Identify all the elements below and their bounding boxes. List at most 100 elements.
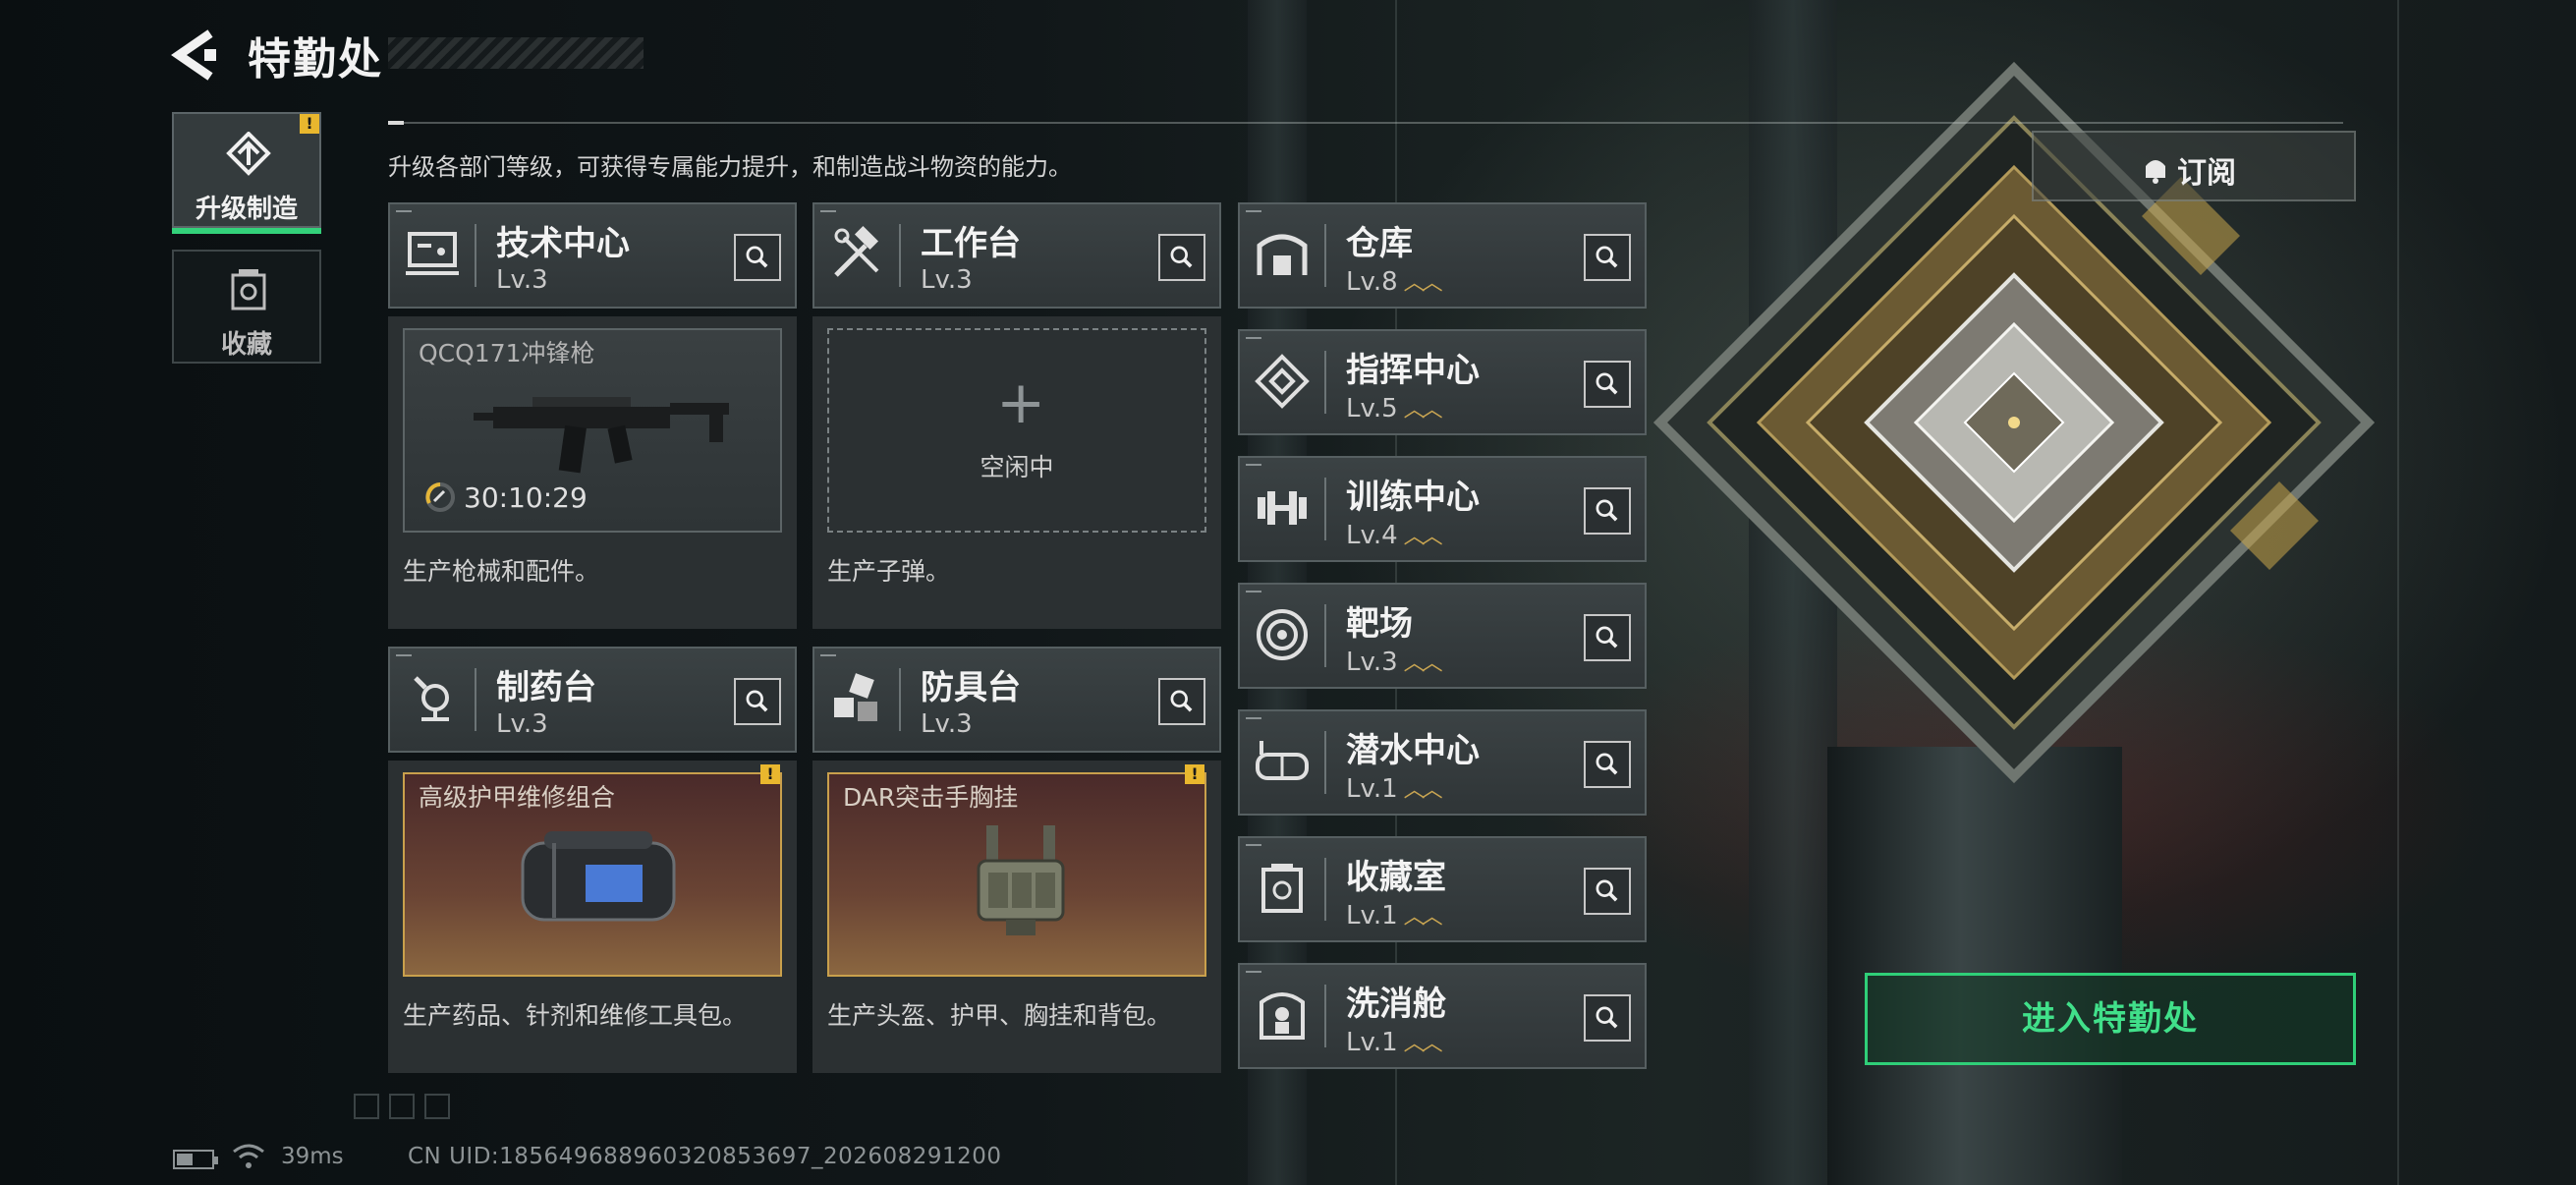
- smg-weapon-image: [474, 397, 729, 474]
- level-up-chevron-icon: ︿︿: [1403, 651, 1443, 676]
- footer-decoration: [354, 1094, 460, 1123]
- inspect-button[interactable]: [1584, 994, 1631, 1042]
- workshop-name: 制药台: [496, 668, 596, 707]
- inspect-button[interactable]: [1584, 487, 1631, 535]
- workshop-armor-bench-body: DAR突击手胸挂 ! 生产头盔、护甲、胸挂和背包。: [812, 761, 1221, 1073]
- diving-mask-icon: [1256, 741, 1309, 780]
- inspect-button[interactable]: [1584, 741, 1631, 788]
- subscribe-label: 订阅: [2177, 156, 2236, 191]
- slot-status: 空闲中: [980, 453, 1054, 481]
- workshop-tech-center-header[interactable]: 技术中心 Lv.3: [388, 202, 797, 309]
- department-level: Lv.1 ︿︿: [1346, 901, 1443, 931]
- idle-production-slot[interactable]: + 空闲中: [827, 328, 1206, 533]
- target-icon: [1257, 609, 1308, 660]
- workshop-workbench-header[interactable]: 工作台 Lv.3: [812, 202, 1221, 309]
- background-line: [2397, 0, 2399, 1185]
- active-tab-indicator: [172, 228, 321, 234]
- department-decontamination[interactable]: 洗消舱 Lv.1 ︿︿: [1238, 963, 1647, 1069]
- collection-icon: [231, 269, 266, 310]
- network-ping: 39ms: [281, 1144, 344, 1169]
- department-level: Lv.5 ︿︿: [1346, 394, 1443, 423]
- department-name: 指挥中心: [1346, 351, 1480, 390]
- tab-upgrade-craft[interactable]: 升级制造 !: [172, 112, 321, 234]
- pharmacy-icon: [414, 676, 449, 721]
- header-separator: [1324, 604, 1326, 667]
- workshop-description: 生产子弹。: [827, 557, 951, 586]
- workshop-description: 生产枪械和配件。: [403, 557, 600, 586]
- inspect-button[interactable]: [1584, 614, 1631, 661]
- search-icon: [1170, 246, 1193, 268]
- department-training-center[interactable]: 训练中心 Lv.4 ︿︿: [1238, 456, 1647, 562]
- level-up-chevron-icon: ︿︿: [1403, 1032, 1443, 1056]
- header-separator: [899, 224, 901, 287]
- header-separator: [1324, 985, 1326, 1047]
- production-slot[interactable]: 高级护甲维修组合 !: [403, 764, 782, 977]
- repair-kit-bag-image: [521, 831, 676, 922]
- department-name: 洗消舱: [1346, 985, 1446, 1024]
- subscribe-bell-icon: [2146, 160, 2165, 184]
- user-uid: CN UID:18564968896032085369​7_2026082912…: [408, 1144, 1002, 1169]
- search-icon: [1596, 626, 1618, 649]
- workshop-workbench-body: + 空闲中 生产子弹。: [812, 316, 1221, 629]
- subscribe-button[interactable]: 订阅: [2032, 131, 2356, 201]
- alert-badge: !: [300, 114, 319, 134]
- cube-pedestal: [1827, 747, 2122, 1185]
- department-collection-room[interactable]: 收藏室 Lv.1 ︿︿: [1238, 836, 1647, 942]
- search-icon: [1596, 499, 1618, 522]
- warehouse-icon: [1257, 234, 1308, 275]
- search-icon: [1596, 753, 1618, 775]
- department-warehouse[interactable]: 仓库 Lv.8 ︿︿: [1238, 202, 1647, 309]
- header-separator: [1324, 858, 1326, 921]
- header-separator: [1324, 351, 1326, 414]
- workshop-name: 技术中心: [496, 224, 630, 263]
- workshop-level: Lv.3: [496, 709, 548, 739]
- tab-collection-label: 收藏: [220, 330, 272, 360]
- department-name: 收藏室: [1346, 858, 1446, 897]
- tab-collection[interactable]: 收藏: [172, 250, 321, 364]
- workshop-armor-bench-header[interactable]: 防具台 Lv.3: [812, 647, 1221, 753]
- department-shooting-range[interactable]: 靶场 Lv.3 ︿︿: [1238, 583, 1647, 689]
- workshop-level: Lv.3: [496, 265, 548, 295]
- level-up-chevron-icon: ︿︿: [1403, 525, 1443, 549]
- department-name: 潜水中心: [1346, 731, 1480, 770]
- enter-label: 进入特勤处: [2022, 999, 2199, 1039]
- slot-item-name: DAR突击手胸挂: [843, 783, 1019, 812]
- inspect-button[interactable]: [1584, 868, 1631, 915]
- inspect-button[interactable]: [1158, 678, 1205, 725]
- workshop-name: 防具台: [921, 668, 1021, 707]
- department-command-center[interactable]: 指挥中心 Lv.5 ︿︿: [1238, 329, 1647, 435]
- workshop-pharmacy-body: 高级护甲维修组合 ! 生产药品、针剂和维修工具包。: [388, 761, 797, 1073]
- dumbbell-icon: [1258, 491, 1307, 525]
- inspect-button[interactable]: [1584, 234, 1631, 281]
- decontamination-icon: [1260, 992, 1305, 1040]
- collection-room-icon: [1261, 864, 1303, 913]
- production-slot[interactable]: QCQ171冲锋枪 30:10:29: [403, 328, 782, 533]
- workshop-tech-center-body: QCQ171冲锋枪 30:10:29 生产枪械和配件。: [388, 316, 797, 629]
- department-level: Lv.3 ︿︿: [1346, 648, 1443, 677]
- header-separator: [1324, 731, 1326, 794]
- inspect-button[interactable]: [734, 678, 781, 725]
- inspect-button[interactable]: [1584, 361, 1631, 408]
- header-separator: [475, 668, 476, 731]
- page-title: 特勤处: [248, 34, 383, 85]
- search-icon: [1596, 246, 1618, 268]
- workshop-level: Lv.3: [921, 265, 973, 295]
- back-arrow-icon: [171, 29, 216, 81]
- department-name: 训练中心: [1346, 478, 1480, 517]
- level-up-chevron-icon: ︿︿: [1403, 905, 1443, 930]
- back-button[interactable]: [169, 28, 220, 83]
- inspect-button[interactable]: [734, 234, 781, 281]
- department-diving-center[interactable]: 潜水中心 Lv.1 ︿︿: [1238, 709, 1647, 816]
- workbench-icon: [834, 225, 879, 277]
- search-icon: [1170, 690, 1193, 712]
- workshop-pharmacy-header[interactable]: 制药台 Lv.3: [388, 647, 797, 753]
- production-slot[interactable]: DAR突击手胸挂 !: [827, 764, 1206, 977]
- alert-badge: !: [1185, 764, 1204, 784]
- header-separator: [1324, 224, 1326, 287]
- inspect-button[interactable]: [1158, 234, 1205, 281]
- department-name: 靶场: [1346, 604, 1413, 644]
- workshop-description: 生产药品、针剂和维修工具包。: [403, 1001, 748, 1030]
- wifi-icon: [233, 1144, 264, 1168]
- enter-special-ops-button[interactable]: 进入特勤处: [1865, 973, 2356, 1065]
- tech-center-icon: [406, 232, 459, 275]
